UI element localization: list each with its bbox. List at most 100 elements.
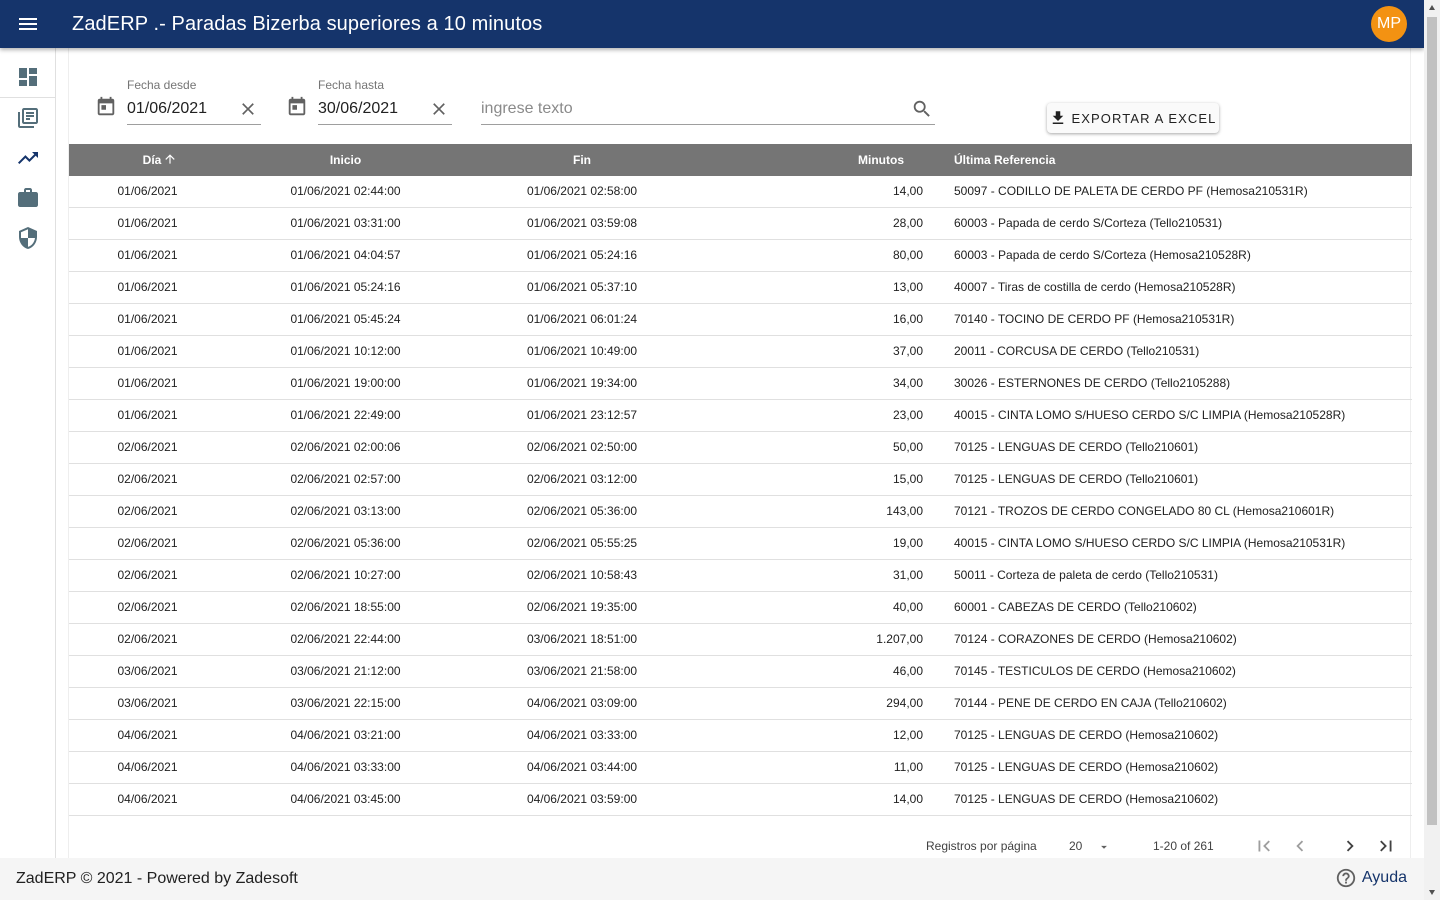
table-row[interactable]: 02/06/2021 02/06/2021 02:00:06 02/06/2021 … bbox=[69, 432, 1412, 464]
scrollbar-thumb[interactable] bbox=[1427, 17, 1437, 825]
fecha-hasta-input[interactable]: 30/06/2021 bbox=[318, 100, 398, 118]
cell-fin: 02/06/2021 03:12:00 bbox=[526, 472, 638, 486]
cell-referencia: 70124 - CORAZONES DE CERDO (Hemosa210602… bbox=[954, 632, 1237, 646]
table-row[interactable]: 01/06/2021 01/06/2021 22:49:00 01/06/2021 … bbox=[69, 400, 1412, 432]
cell-dia: 01/06/2021 bbox=[117, 408, 178, 422]
table-row[interactable]: 03/06/2021 03/06/2021 22:15:00 04/06/2021 … bbox=[69, 688, 1412, 720]
sidebar-item-work[interactable] bbox=[0, 178, 56, 218]
table-row[interactable]: 01/06/2021 01/06/2021 03:31:00 01/06/2021 … bbox=[69, 208, 1412, 240]
table-row[interactable]: 01/06/2021 01/06/2021 05:24:16 01/06/2021 … bbox=[69, 272, 1412, 304]
table-row[interactable]: 02/06/2021 02/06/2021 10:27:00 02/06/2021 … bbox=[69, 560, 1412, 592]
cell-referencia: 20011 - CORCUSA DE CERDO (Tello210531) bbox=[954, 344, 1200, 358]
clear-icon[interactable] bbox=[429, 99, 449, 119]
table-header: Día Inicio Fin Minutos Última Referencia bbox=[69, 144, 1412, 176]
cell-minutos: 37,00 bbox=[892, 344, 923, 358]
help-link[interactable]: Ayuda bbox=[1335, 867, 1407, 889]
cell-inicio: 02/06/2021 02:57:00 bbox=[290, 472, 401, 486]
cell-inicio: 02/06/2021 03:13:00 bbox=[290, 504, 401, 518]
page-size-select[interactable]: 20 bbox=[1069, 839, 1139, 853]
table-row[interactable]: 01/06/2021 01/06/2021 04:04:57 01/06/2021 … bbox=[69, 240, 1412, 272]
cell-fin: 03/06/2021 21:58:00 bbox=[526, 664, 638, 678]
sidebar-item-security[interactable] bbox=[0, 218, 56, 258]
cell-inicio: 01/06/2021 19:00:00 bbox=[290, 376, 401, 390]
table-row[interactable]: 04/06/2021 04/06/2021 03:33:00 04/06/2021 … bbox=[69, 752, 1412, 784]
search-input[interactable]: ingrese texto bbox=[481, 78, 935, 126]
cell-dia: 01/06/2021 bbox=[117, 312, 178, 326]
table-row[interactable]: 02/06/2021 02/06/2021 18:55:00 02/06/2021 … bbox=[69, 592, 1412, 624]
table-row[interactable]: 02/06/2021 02/06/2021 05:36:00 02/06/2021 … bbox=[69, 528, 1412, 560]
search-placeholder: ingrese texto bbox=[481, 100, 573, 117]
first-page-button[interactable] bbox=[1252, 834, 1276, 858]
cell-inicio: 04/06/2021 03:33:00 bbox=[290, 760, 401, 774]
cell-referencia: 40015 - CINTA LOMO S/HUESO CERDO S/C LIM… bbox=[954, 408, 1346, 422]
table-row[interactable]: 04/06/2021 04/06/2021 03:21:00 04/06/2021 … bbox=[69, 720, 1412, 752]
table-row[interactable]: 01/06/2021 01/06/2021 02:44:00 01/06/2021 … bbox=[69, 176, 1412, 208]
clear-icon[interactable] bbox=[238, 99, 258, 119]
help-label: Ayuda bbox=[1361, 869, 1407, 886]
cell-minutos: 14,00 bbox=[892, 792, 923, 806]
table-row[interactable]: 01/06/2021 01/06/2021 05:45:24 01/06/2021 … bbox=[69, 304, 1412, 336]
scroll-down-button[interactable] bbox=[1424, 884, 1440, 900]
scroll-up-button[interactable] bbox=[1424, 0, 1440, 16]
fecha-hasta-field[interactable]: Fecha hasta 30/06/2021 bbox=[286, 78, 452, 126]
table-row[interactable]: 02/06/2021 02/06/2021 22:44:00 03/06/2021 … bbox=[69, 624, 1412, 656]
cell-minutos: 143,00 bbox=[886, 504, 923, 518]
user-avatar[interactable]: MP bbox=[1371, 6, 1407, 42]
cell-minutos: 11,00 bbox=[893, 760, 923, 774]
cell-dia: 04/06/2021 bbox=[117, 728, 178, 742]
column-header-fin[interactable]: Fin bbox=[524, 144, 640, 176]
calendar-icon[interactable] bbox=[95, 96, 117, 118]
cell-inicio: 04/06/2021 03:21:00 bbox=[290, 728, 401, 742]
cell-fin: 02/06/2021 19:35:00 bbox=[526, 600, 638, 614]
cell-referencia: 60003 - Papada de cerdo S/Corteza (Hemos… bbox=[954, 248, 1251, 262]
sidebar-item-trending[interactable] bbox=[0, 138, 56, 178]
cell-referencia: 70125 - LENGUAS DE CERDO (Hemosa210602) bbox=[954, 728, 1219, 742]
cell-referencia: 70145 - TESTICULOS DE CERDO (Hemosa21060… bbox=[954, 664, 1236, 678]
column-header-inicio[interactable]: Inicio bbox=[289, 144, 402, 176]
cell-fin: 02/06/2021 05:55:25 bbox=[526, 536, 638, 550]
next-page-button[interactable] bbox=[1338, 834, 1362, 858]
cell-referencia: 40007 - Tiras de costilla de cerdo (Hemo… bbox=[954, 280, 1236, 294]
cell-dia: 02/06/2021 bbox=[117, 632, 178, 646]
cell-inicio: 03/06/2021 21:12:00 bbox=[290, 664, 401, 678]
cell-dia: 04/06/2021 bbox=[117, 792, 178, 806]
table-row[interactable]: 01/06/2021 01/06/2021 19:00:00 01/06/2021 … bbox=[69, 368, 1412, 400]
table-row[interactable]: 02/06/2021 02/06/2021 03:13:00 02/06/2021 … bbox=[69, 496, 1412, 528]
menu-button[interactable] bbox=[0, 0, 56, 48]
cell-dia: 02/06/2021 bbox=[117, 504, 178, 518]
cell-minutos: 80,00 bbox=[892, 248, 923, 262]
fecha-desde-input[interactable]: 01/06/2021 bbox=[127, 100, 207, 118]
cell-dia: 01/06/2021 bbox=[117, 216, 178, 230]
cell-fin: 02/06/2021 05:36:00 bbox=[526, 504, 638, 518]
cell-minutos: 19,00 bbox=[892, 536, 923, 550]
page-scrollbar[interactable] bbox=[1424, 0, 1440, 900]
last-page-button[interactable] bbox=[1374, 834, 1398, 858]
main-content: Fecha desde 01/06/2021 Fecha hasta 30/06… bbox=[68, 48, 1412, 858]
cell-referencia: 70140 - TOCINO DE CERDO PF (Hemosa210531… bbox=[954, 312, 1235, 326]
cell-dia: 01/06/2021 bbox=[117, 376, 178, 390]
cell-dia: 04/06/2021 bbox=[117, 760, 178, 774]
column-header-dia[interactable]: Día bbox=[69, 144, 251, 176]
search-icon[interactable] bbox=[911, 98, 933, 120]
export-excel-button[interactable]: EXPORTAR A EXCEL bbox=[1047, 103, 1219, 133]
cell-inicio: 01/06/2021 05:24:16 bbox=[290, 280, 401, 294]
sidebar-item-dashboard[interactable] bbox=[0, 56, 56, 98]
sidebar-item-library[interactable] bbox=[0, 98, 56, 138]
cell-minutos: 50,00 bbox=[892, 440, 923, 454]
cell-fin: 01/06/2021 02:58:00 bbox=[526, 184, 638, 198]
column-header-minutos[interactable]: Minutos bbox=[829, 144, 904, 176]
table-row[interactable]: 04/06/2021 04/06/2021 03:45:00 04/06/2021 … bbox=[69, 784, 1412, 816]
table-row[interactable]: 02/06/2021 02/06/2021 02:57:00 02/06/2021 … bbox=[69, 464, 1412, 496]
first-page-icon bbox=[1258, 840, 1270, 852]
export-excel-label: EXPORTAR A EXCEL bbox=[1071, 110, 1217, 126]
table-row[interactable]: 01/06/2021 01/06/2021 10:12:00 01/06/2021 … bbox=[69, 336, 1412, 368]
cell-dia: 01/06/2021 bbox=[117, 248, 178, 262]
fecha-desde-field[interactable]: Fecha desde 01/06/2021 bbox=[95, 78, 261, 126]
column-header-referencia[interactable]: Última Referencia bbox=[954, 144, 1254, 176]
cell-referencia: 40015 - CINTA LOMO S/HUESO CERDO S/C LIM… bbox=[954, 536, 1346, 550]
previous-page-button[interactable] bbox=[1288, 834, 1312, 858]
table-row[interactable]: 03/06/2021 03/06/2021 21:12:00 03/06/2021 … bbox=[69, 656, 1412, 688]
calendar-icon[interactable] bbox=[286, 96, 308, 118]
cell-fin: 01/06/2021 10:49:00 bbox=[526, 344, 638, 358]
footer: ZadERP © 2021 - Powered by Zadesoft Ayud… bbox=[0, 858, 1424, 900]
